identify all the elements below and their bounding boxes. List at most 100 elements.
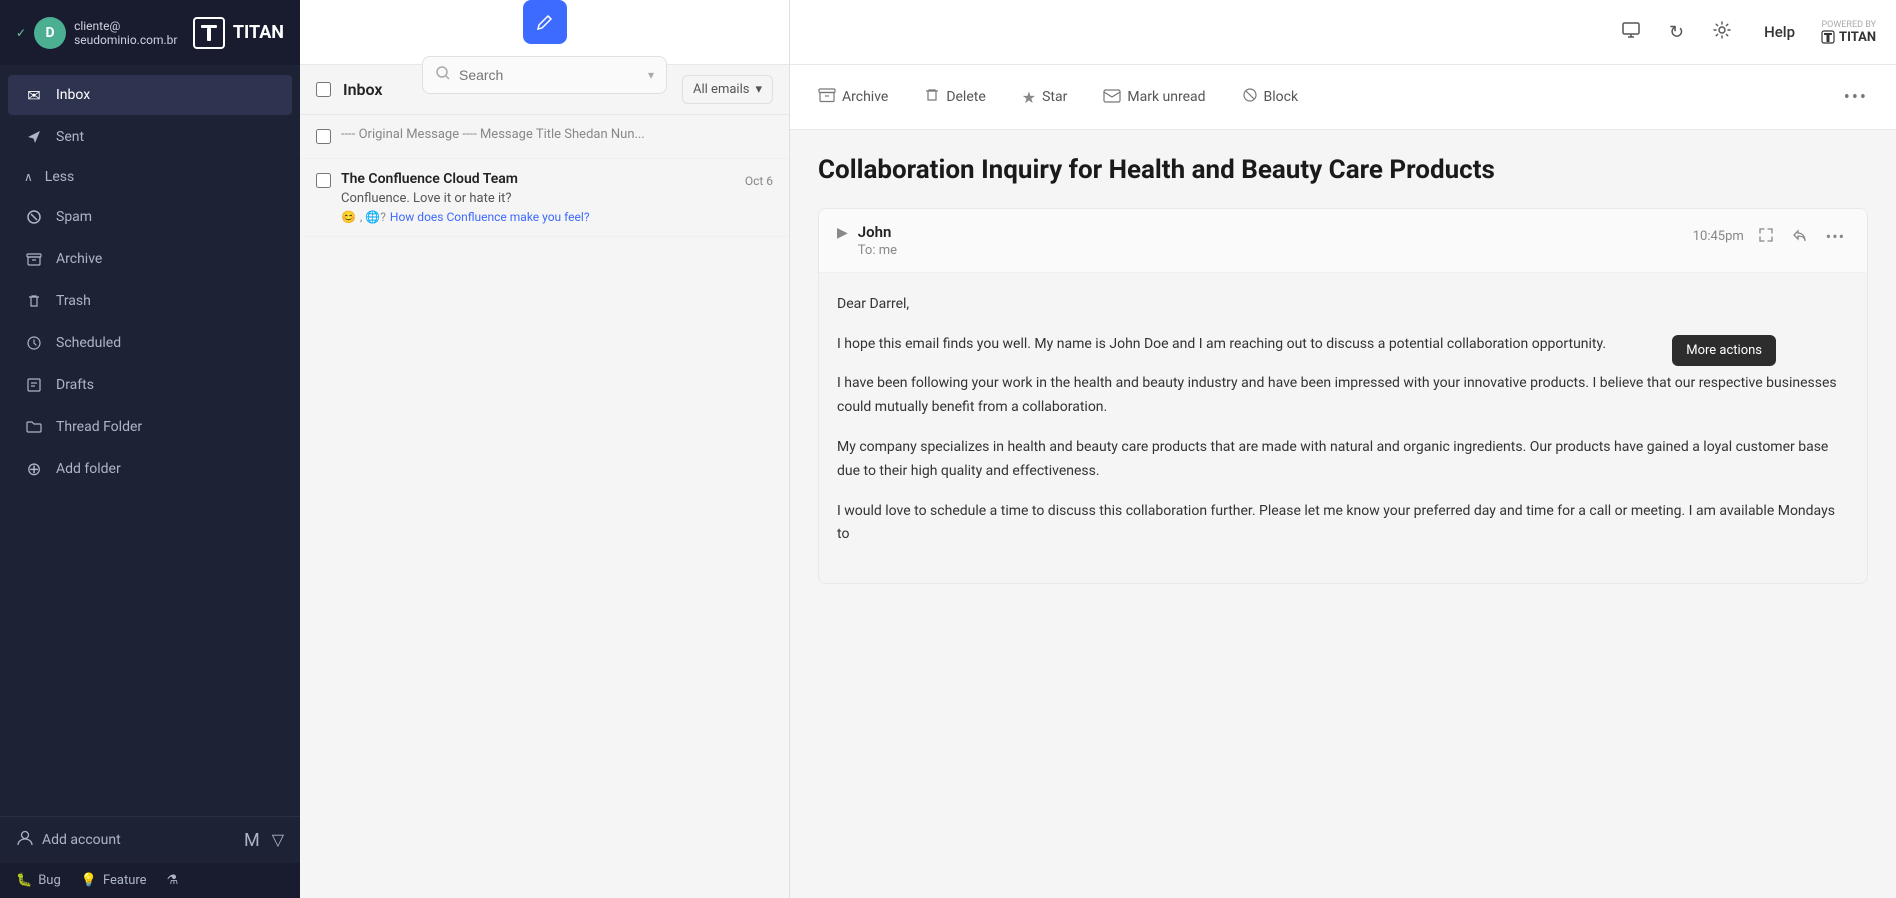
- sidebar-item-thread-folder[interactable]: Thread Folder: [8, 407, 292, 447]
- sidebar-item-label: Inbox: [56, 87, 90, 103]
- add-folder-label: Add folder: [56, 461, 121, 477]
- titan-logo-icon: [193, 17, 225, 49]
- filter-icon[interactable]: ▽: [272, 830, 284, 851]
- sidebar-item-inbox[interactable]: ✉ Inbox: [8, 75, 292, 115]
- sidebar-item-scheduled[interactable]: Scheduled: [8, 323, 292, 363]
- email-preview: 😊 , 🌐? How does Confluence make you feel…: [341, 210, 773, 224]
- inbox-icon: ✉: [24, 85, 44, 105]
- feature-icon: 💡: [81, 873, 97, 888]
- top-right-header: ↻ Help POWERED BY TITAN: [790, 0, 1896, 64]
- email-body: Dear Darrel, I hope this email finds you…: [819, 273, 1867, 583]
- titan-logo-text: TITAN: [233, 22, 284, 43]
- email-original-message: ---- Original Message ---- Message Title…: [341, 127, 773, 142]
- email-more-icon[interactable]: •••: [1822, 223, 1849, 250]
- sidebar-item-trash[interactable]: Trash: [8, 281, 292, 321]
- sidebar-nav: ✉ Inbox Sent ∧ Less Spam Archive: [0, 65, 300, 816]
- sidebar-item-label: Trash: [56, 293, 91, 309]
- thread-folder-icon: [24, 417, 44, 437]
- email-body-p4: I would love to schedule a time to discu…: [837, 500, 1849, 548]
- email-item[interactable]: ---- Original Message ---- Message Title…: [300, 115, 789, 159]
- more-toolbar-icon: •••: [1844, 87, 1868, 108]
- sidebar-header: ✓ D cliente@ seudominio.com.br TITAN: [0, 0, 300, 65]
- email-from-name: John: [858, 223, 1693, 241]
- email-toolbar: Archive Delete ★ Star Mark unread: [790, 65, 1896, 130]
- checkmark-icon: ✓: [16, 26, 26, 40]
- account-dropdown[interactable]: ✓ D cliente@ seudominio.com.br: [16, 17, 183, 49]
- delete-button[interactable]: Delete: [916, 81, 993, 113]
- email-time: 10:45pm: [1693, 229, 1744, 244]
- email-body-p2: I have been following your work in the h…: [837, 372, 1849, 420]
- bottom-bar: 🐛 Bug 💡 Feature ⚗: [0, 863, 300, 898]
- email-list-title: Inbox: [343, 80, 670, 99]
- email-sender: The Confluence Cloud Team: [341, 171, 518, 187]
- expand-arrow-icon: ▶: [837, 225, 848, 241]
- sidebar-item-drafts[interactable]: Drafts: [8, 365, 292, 405]
- email-body-p1: I hope this email finds you well. My nam…: [837, 333, 1849, 357]
- email-date: Oct 6: [745, 174, 773, 188]
- gmail-icon[interactable]: M: [244, 830, 260, 851]
- delete-label: Delete: [946, 89, 985, 105]
- filter-label: All emails: [693, 82, 749, 97]
- email-checkbox[interactable]: [316, 129, 331, 144]
- settings-icon[interactable]: [1706, 14, 1738, 51]
- sidebar-footer: Add account M ▽: [0, 816, 300, 863]
- sidebar-item-spam[interactable]: Spam: [8, 197, 292, 237]
- more-toolbar-button[interactable]: •••: [1836, 81, 1876, 114]
- fullscreen-icon[interactable]: [1754, 223, 1778, 251]
- sidebar-less-toggle[interactable]: ∧ Less: [8, 159, 292, 195]
- select-all-checkbox[interactable]: [316, 82, 331, 97]
- star-button[interactable]: ★ Star: [1014, 82, 1076, 113]
- mark-unread-icon: [1103, 88, 1121, 107]
- email-card-meta: 10:45pm •••: [1693, 223, 1849, 251]
- archive-icon: [24, 249, 44, 269]
- labs-button[interactable]: ⚗: [167, 873, 179, 888]
- email-list-panel: Inbox All emails ▾ ---- Original Message…: [300, 65, 790, 898]
- sidebar-item-label: Archive: [56, 251, 102, 267]
- spam-icon: [24, 207, 44, 227]
- email-card-header[interactable]: ▶ John To: me 10:45pm: [819, 209, 1867, 273]
- refresh-icon[interactable]: ↻: [1663, 16, 1690, 49]
- email-body-greeting: Dear Darrel,: [837, 293, 1849, 317]
- email-item[interactable]: The Confluence Cloud Team Oct 6 Confluen…: [300, 159, 789, 237]
- sidebar: ✓ D cliente@ seudominio.com.br TITAN ✉ I…: [0, 0, 300, 898]
- bug-label: Bug: [38, 873, 61, 888]
- block-button[interactable]: Block: [1234, 81, 1307, 113]
- email-list: ---- Original Message ---- Message Title…: [300, 115, 789, 898]
- sidebar-item-label: Spam: [56, 209, 92, 225]
- account-email: cliente@ seudominio.com.br: [74, 19, 183, 47]
- sidebar-item-sent[interactable]: Sent: [8, 117, 292, 157]
- email-content-area: Collaboration Inquiry for Health and Bea…: [790, 130, 1896, 898]
- sidebar-item-archive[interactable]: Archive: [8, 239, 292, 279]
- compose-button[interactable]: [523, 0, 567, 44]
- archive-button[interactable]: Archive: [810, 80, 896, 114]
- list-panel-header: ▾: [300, 0, 790, 65]
- email-card: ▶ John To: me 10:45pm: [818, 208, 1868, 584]
- email-from: John To: me: [858, 223, 1693, 258]
- add-account-label: Add account: [42, 832, 121, 848]
- email-list-header: Inbox All emails ▾: [300, 65, 789, 115]
- powered-by: POWERED BY TITAN: [1821, 20, 1876, 45]
- chevron-up-icon: ∧: [24, 170, 33, 184]
- sidebar-add-folder[interactable]: ⊕ Add folder: [8, 449, 292, 489]
- bug-button[interactable]: 🐛 Bug: [16, 873, 61, 888]
- less-label: Less: [45, 169, 74, 185]
- add-account-button[interactable]: Add account: [16, 829, 121, 851]
- block-label: Block: [1264, 89, 1299, 105]
- filter-chevron-icon: ▾: [755, 82, 762, 97]
- email-detail-panel: Archive Delete ★ Star Mark unread: [790, 65, 1896, 898]
- titan-logo: TITAN: [193, 17, 284, 49]
- delete-toolbar-icon: [924, 87, 940, 107]
- sidebar-item-label: Scheduled: [56, 335, 121, 351]
- reply-icon[interactable]: [1788, 223, 1812, 251]
- feature-button[interactable]: 💡 Feature: [81, 873, 147, 888]
- mark-unread-button[interactable]: Mark unread: [1095, 82, 1213, 113]
- filter-dropdown[interactable]: All emails ▾: [682, 75, 773, 104]
- star-toolbar-icon: ★: [1022, 88, 1036, 107]
- drafts-icon: [24, 375, 44, 395]
- email-body-p3: My company specializes in health and bea…: [837, 436, 1849, 484]
- help-button[interactable]: Help: [1754, 17, 1805, 47]
- labs-icon: ⚗: [167, 873, 179, 888]
- email-checkbox[interactable]: [316, 173, 331, 188]
- email-content: The Confluence Cloud Team Oct 6 Confluen…: [341, 171, 773, 224]
- monitor-icon[interactable]: [1615, 14, 1647, 51]
